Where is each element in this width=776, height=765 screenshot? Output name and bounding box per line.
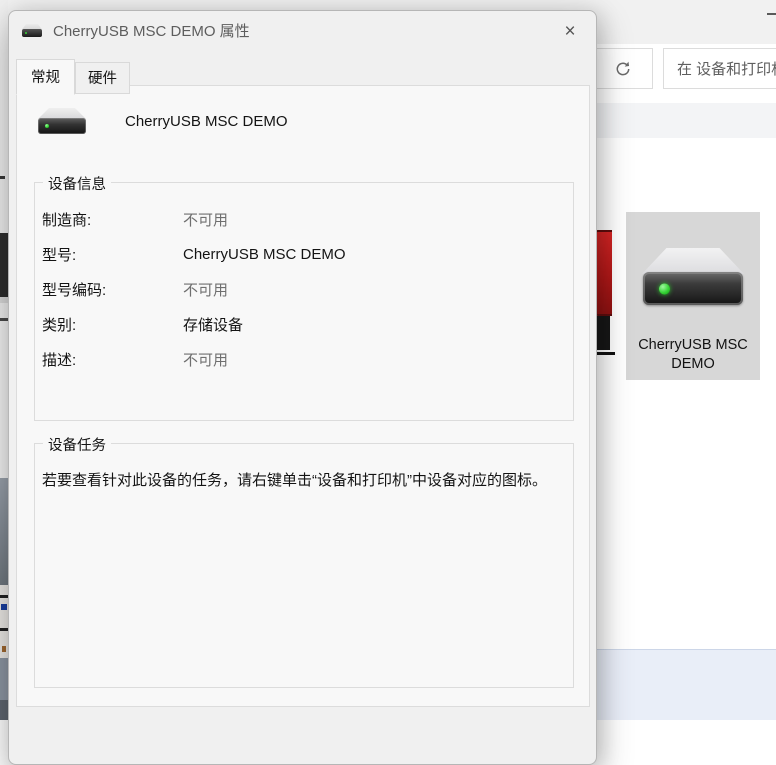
green-led-icon: [659, 283, 670, 294]
device-info-rows: 制造商: 不可用 型号: CherryUSB MSC DEMO 型号编码: 不可…: [35, 202, 573, 377]
device-tile-label: CherryUSB MSC DEMO: [626, 336, 760, 374]
drive-lid: [642, 248, 744, 274]
device-info-group: 设备信息 制造商: 不可用 型号: CherryUSB MSC DEMO 型号编…: [34, 182, 574, 421]
device-header: CherryUSB MSC DEMO: [38, 108, 288, 134]
green-led-icon: [25, 32, 27, 34]
info-value: 存储设备: [183, 314, 243, 335]
device-tasks-text: 若要查看针对此设备的任务，请右键单击“设备和打印机”中设备对应的图标。: [42, 467, 559, 495]
device-tile-label-line2: DEMO: [626, 355, 760, 374]
info-label: 制造商:: [42, 209, 183, 230]
device-tasks-legend: 设备任务: [43, 434, 111, 455]
info-row-category: 类别: 存储设备: [35, 307, 573, 342]
info-value: 不可用: [183, 209, 228, 230]
info-label: 描述:: [42, 349, 183, 370]
refresh-icon: [613, 59, 633, 79]
refresh-button[interactable]: [593, 48, 653, 89]
drive-icon: [38, 108, 86, 134]
info-label: 型号:: [42, 244, 183, 265]
search-input[interactable]: [663, 48, 776, 89]
device-tasks-group: 设备任务 若要查看针对此设备的任务，请右键单击“设备和打印机”中设备对应的图标。: [34, 443, 574, 688]
info-row-model-number: 型号编码: 不可用: [35, 272, 573, 307]
info-row-manufacturer: 制造商: 不可用: [35, 202, 573, 237]
info-value: 不可用: [183, 279, 228, 300]
tab-bar: 常规 硬件: [16, 59, 130, 94]
minimize-icon[interactable]: [767, 13, 776, 15]
background-window-edge: [0, 0, 8, 720]
info-row-model: 型号: CherryUSB MSC DEMO: [35, 237, 573, 272]
tab-hardware[interactable]: 硬件: [75, 62, 130, 94]
info-row-description: 描述: 不可用: [35, 342, 573, 377]
drive-icon: [642, 248, 744, 306]
green-led-icon: [45, 124, 49, 128]
device-info-legend: 设备信息: [43, 173, 111, 194]
info-value: CherryUSB MSC DEMO: [183, 246, 346, 263]
drive-icon-small: [22, 24, 42, 37]
info-label: 类别:: [42, 314, 183, 335]
device-tile-cherryusb[interactable]: CherryUSB MSC DEMO: [626, 212, 760, 380]
info-value: 不可用: [183, 349, 228, 370]
info-label: 型号编码:: [42, 279, 183, 300]
drive-front: [643, 272, 743, 305]
device-tile-label-line1: CherryUSB MSC: [626, 336, 760, 355]
dialog-title: CherryUSB MSC DEMO 属性: [53, 20, 250, 41]
dialog-titlebar[interactable]: CherryUSB MSC DEMO 属性: [9, 11, 596, 49]
tab-panel-general: CherryUSB MSC DEMO 设备信息 制造商: 不可用 型号: Che…: [16, 85, 590, 707]
tab-general[interactable]: 常规: [16, 59, 75, 95]
properties-dialog: CherryUSB MSC DEMO 属性 × 常规 硬件 CherryUSB …: [8, 10, 597, 765]
device-name: CherryUSB MSC DEMO: [125, 113, 288, 130]
close-icon[interactable]: ×: [556, 19, 584, 43]
